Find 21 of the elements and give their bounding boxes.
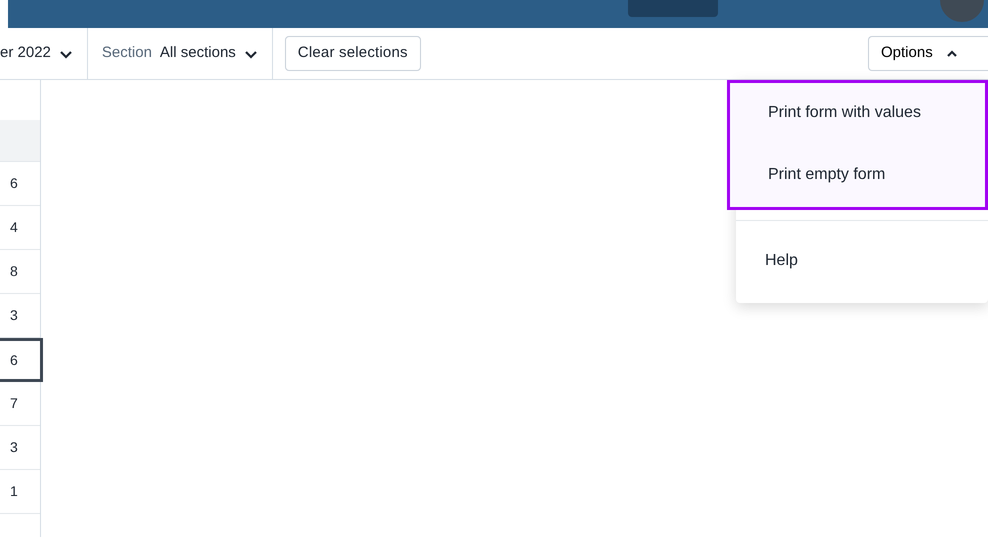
table-cell[interactable]: 1 xyxy=(0,470,40,514)
table-cell[interactable]: 3 xyxy=(0,294,40,338)
menu-item[interactable]: Help xyxy=(736,231,988,293)
menu-item[interactable]: Print form with values xyxy=(739,83,985,145)
header-button[interactable] xyxy=(628,0,718,17)
table-cell[interactable]: 6 xyxy=(0,162,40,206)
caret-up-icon xyxy=(944,48,959,58)
section-label: Section xyxy=(102,43,152,64)
column-header xyxy=(0,120,40,162)
period-value: er 2022 xyxy=(0,43,51,64)
options-button[interactable]: Options xyxy=(868,36,988,71)
section-value: All sections xyxy=(160,43,236,64)
table-cell[interactable]: 6 xyxy=(0,338,43,382)
table-cell[interactable]: 3 xyxy=(0,426,40,470)
chevron-down-icon xyxy=(244,48,258,58)
table-cell[interactable]: 7 xyxy=(0,382,40,426)
chevron-down-icon xyxy=(58,48,73,58)
table-cell[interactable]: 4 xyxy=(0,206,40,250)
table-cell[interactable]: 8 xyxy=(0,250,40,294)
clear-selections-button[interactable]: Clear selections xyxy=(284,36,421,71)
menu-item[interactable]: Print empty form xyxy=(739,145,985,207)
